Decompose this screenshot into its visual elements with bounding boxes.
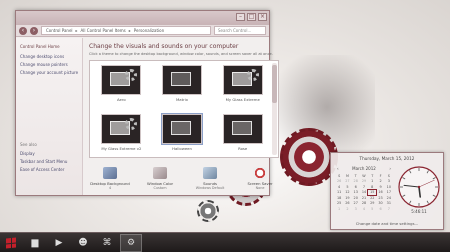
calendar-day[interactable]: 6 [376, 206, 384, 212]
calendar-header: ‹ March 2012 › [335, 166, 393, 171]
windows-logo-icon [6, 236, 16, 249]
calendar-grid: S M T W T F S 26 27 28 29 1 2 3 4 5 6 7 8 9 10 11 12 13 1… [335, 173, 393, 212]
window-color-setting[interactable]: Window Color Custom [141, 167, 179, 190]
theme-item-halloween[interactable]: Halloween [157, 113, 208, 157]
wallpaper-gear-small [197, 200, 219, 222]
setting-value: Custom [153, 186, 167, 190]
theme-name: My Glass Extreme [225, 97, 260, 102]
sounds-icon [203, 167, 218, 179]
main-pane: Change the visuals and sounds on your co… [83, 38, 285, 195]
prev-month-icon[interactable]: ‹ [337, 166, 339, 171]
personalization-settings-row: Desktop Background 4 Window Color Custom… [89, 167, 279, 190]
breadcrumb-item[interactable]: Personalization [134, 27, 164, 34]
see-also-section: See also Display Taskbar and Start Menu … [20, 142, 67, 175]
back-icon[interactable]: ‹ [19, 26, 27, 35]
theme-item-matrix[interactable]: Matrix [157, 65, 208, 112]
taskbar-start-menu-link[interactable]: Taskbar and Start Menu [20, 159, 67, 164]
left-pane: Control Panel Home Change desktop icons … [16, 38, 84, 195]
change-desktop-icons-link[interactable]: Change desktop icons [20, 54, 78, 59]
desktop-background-icon [103, 167, 118, 179]
screen-saver-icon [253, 167, 268, 179]
start-button[interactable] [0, 233, 22, 252]
maximize-icon[interactable]: □ [247, 13, 256, 21]
page-subtitle: Click a theme to change the desktop back… [89, 52, 273, 56]
breadcrumb-separator: ▸ [128, 28, 131, 33]
theme-name: Matrix [176, 97, 188, 102]
media-player-icon[interactable]: ▶ [48, 234, 70, 252]
theme-name: Rose [238, 146, 248, 151]
calendar-day[interactable]: 2 [343, 206, 351, 212]
address-bar: ‹ › Control Panel ▸ All Control Panel It… [16, 25, 269, 37]
theme-name: My Glass Extreme v2 [101, 146, 142, 151]
breadcrumb-separator: ▸ [75, 28, 78, 33]
theme-gallery[interactable]: Aero Matrix My Glass Extreme My Glass Ex… [89, 60, 280, 158]
forward-icon[interactable]: › [30, 26, 38, 35]
calendar-day[interactable]: 5 [368, 206, 376, 212]
title-bar[interactable]: – □ × [16, 11, 269, 25]
desktop-background-setting[interactable]: Desktop Background 4 [90, 167, 130, 190]
theme-thumbnail [222, 114, 263, 144]
digital-time: 5:46:11 [411, 209, 427, 214]
theme-name: Aero [117, 97, 126, 102]
search-input[interactable]: Search Control... [214, 26, 266, 35]
change-mouse-pointers-link[interactable]: Change mouse pointers [20, 62, 78, 67]
change-date-time-link[interactable]: Change date and time settings... [331, 221, 443, 226]
network-icon[interactable]: ⌘ [96, 234, 118, 252]
setting-value: None [255, 186, 265, 190]
gadget-date: Thursday, March 15, 2012 [359, 156, 415, 161]
theme-item-rose[interactable]: Rose [217, 114, 268, 157]
breadcrumb[interactable]: Control Panel ▸ All Control Panel Items … [41, 26, 211, 35]
control-panel-home-link[interactable]: Control Panel Home [20, 44, 78, 49]
calendar-day[interactable]: 1 [335, 206, 343, 212]
display-link[interactable]: Display [20, 151, 67, 156]
taskbar: ▆ ▶ ☻ ⌘ ⚙ [0, 232, 450, 252]
see-also-header: See also [20, 142, 37, 147]
calendar-clock-gadget[interactable]: Thursday, March 15, 2012 ‹ March 2012 › … [330, 152, 444, 230]
screen-saver-setting[interactable]: Screen Saver None [241, 167, 279, 190]
calendar-day[interactable]: 4 [360, 206, 368, 212]
control-panel-window[interactable]: – □ × ‹ › Control Panel ▸ All Control Pa… [15, 10, 280, 196]
theme-name: Halloween [172, 146, 192, 151]
folder-icon[interactable]: ▆ [24, 234, 46, 252]
users-icon[interactable]: ☻ [72, 234, 94, 252]
ease-of-access-link[interactable]: Ease of Access Center [20, 167, 67, 172]
change-account-picture-link[interactable]: Change your account picture [20, 70, 78, 75]
theme-item-aero[interactable]: Aero [96, 65, 147, 112]
theme-thumbnail [161, 113, 204, 145]
theme-thumbnail [101, 65, 142, 95]
window-color-icon [153, 167, 168, 179]
window-controls: – □ × [236, 13, 267, 21]
calendar-month: March 2012 [352, 166, 376, 171]
analog-clock [398, 166, 440, 208]
theme-item-my-glass-extreme-v2[interactable]: My Glass Extreme v2 [96, 114, 147, 157]
page-title: Change the visuals and sounds on your co… [89, 43, 239, 50]
close-icon[interactable]: × [258, 13, 267, 21]
sounds-setting[interactable]: Sounds Windows Default [191, 167, 229, 190]
calendar-day[interactable]: 7 [385, 206, 393, 212]
minimize-icon[interactable]: – [236, 13, 245, 21]
theme-thumbnail [101, 114, 142, 144]
breadcrumb-item[interactable]: All Control Panel Items [81, 27, 126, 34]
theme-item-my-glass-extreme[interactable]: My Glass Extreme [217, 65, 268, 112]
setting-value: 4 [108, 186, 112, 190]
gallery-scrollbar[interactable] [272, 63, 278, 155]
settings-gear-icon[interactable]: ⚙ [120, 233, 142, 252]
theme-thumbnail [222, 65, 263, 95]
theme-thumbnail [162, 65, 203, 95]
setting-value: Windows Default [195, 186, 225, 190]
breadcrumb-item[interactable]: Control Panel [46, 27, 73, 34]
next-month-icon[interactable]: › [389, 166, 391, 171]
scrollbar-thumb[interactable] [272, 65, 278, 103]
calendar-day[interactable]: 3 [352, 206, 360, 212]
calendar: ‹ March 2012 › S M T W T F S 26 27 28 29 1 2 3… [335, 166, 393, 212]
